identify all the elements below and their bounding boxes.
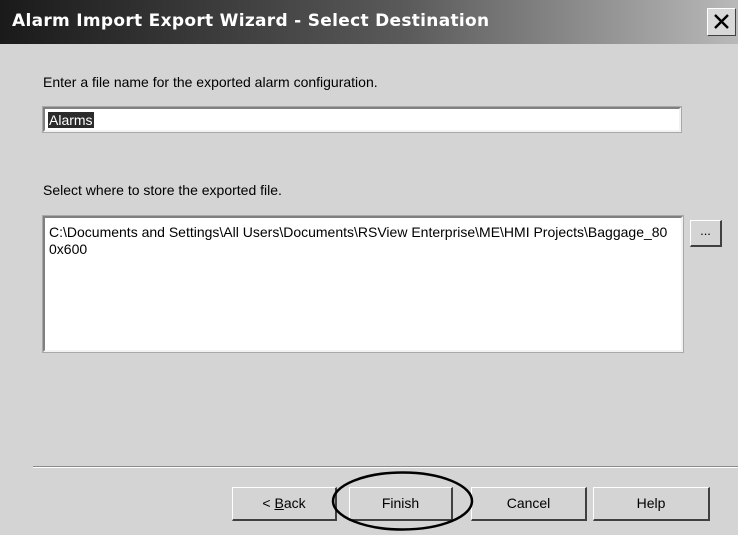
export-wizard-dialog: Alarm Import Export Wizard - Select Dest… bbox=[0, 0, 738, 535]
back-button-rest: ack bbox=[283, 495, 306, 511]
window-title: Alarm Import Export Wizard - Select Dest… bbox=[12, 11, 490, 31]
destination-prompt: Select where to store the exported file. bbox=[43, 182, 282, 198]
back-button-prefix: < bbox=[262, 495, 275, 511]
back-button-mnemonic: B bbox=[274, 495, 284, 511]
filename-value: Alarms bbox=[48, 112, 94, 128]
title-bar[interactable]: Alarm Import Export Wizard - Select Dest… bbox=[0, 0, 738, 44]
finish-button[interactable]: Finish bbox=[349, 487, 453, 521]
browse-button[interactable]: ... bbox=[690, 220, 722, 247]
filename-prompt: Enter a file name for the exported alarm… bbox=[43, 74, 378, 90]
destination-path-field[interactable]: C:\Documents and Settings\All Users\Docu… bbox=[42, 215, 684, 353]
close-icon bbox=[714, 14, 729, 29]
destination-path-text: C:\Documents and Settings\All Users\Docu… bbox=[49, 224, 668, 257]
close-button[interactable] bbox=[707, 8, 736, 36]
help-button[interactable]: Help bbox=[593, 487, 710, 521]
filename-input[interactable]: Alarms bbox=[42, 106, 682, 133]
footer-separator bbox=[33, 466, 738, 468]
back-button[interactable]: < Back bbox=[232, 487, 337, 521]
cancel-button[interactable]: Cancel bbox=[471, 487, 587, 521]
